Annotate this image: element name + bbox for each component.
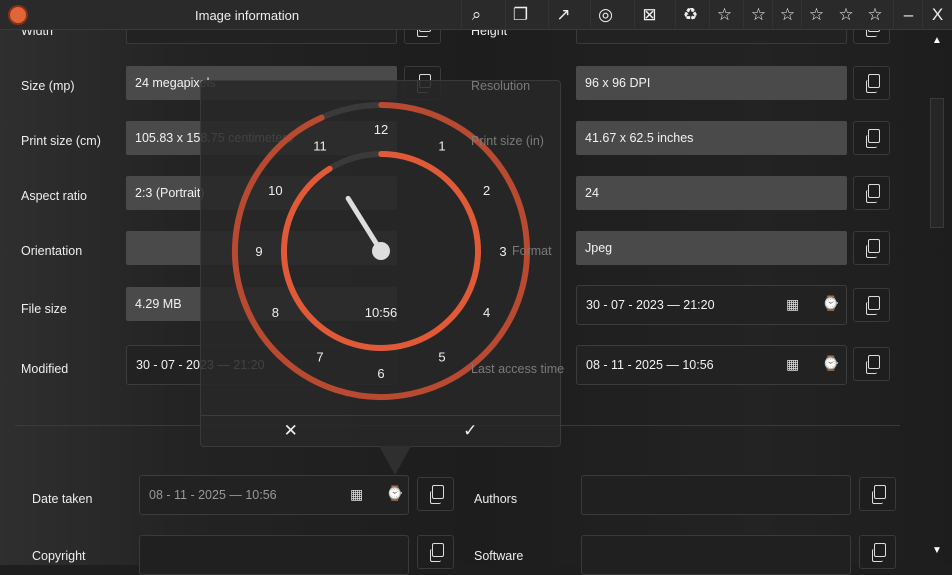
orientation-label: Orientation [21, 244, 83, 258]
software-label: Software [474, 549, 524, 563]
title-bar: Image information ⌕ ❐ ↗ ◎ ⊠ ♻ ☆ ☆ ☆ ☆ ☆ … [0, 0, 952, 30]
last-access-field[interactable]: 08 - 11 - 2025 — 10:56 [576, 345, 847, 385]
software-field[interactable] [581, 535, 851, 575]
clear-rating-icon[interactable]: ☆ [709, 0, 739, 30]
authors-field[interactable] [581, 475, 851, 515]
no-image-icon[interactable]: ⊠ [634, 0, 664, 30]
copyright-field[interactable] [139, 535, 409, 575]
copy-authors-button[interactable] [859, 477, 896, 511]
clock-center-dot [372, 242, 390, 260]
print-size-cm-label: Print size (cm) [21, 134, 101, 148]
scrollbar-thumb[interactable] [930, 98, 944, 228]
inner-ring-track [326, 151, 384, 172]
date-taken-value: 08 - 11 - 2025 — 10:56 [149, 488, 277, 502]
resolution-label: Resolution [471, 79, 531, 93]
scroll-down-icon[interactable]: ▼ [932, 545, 942, 556]
clock-number-4[interactable]: 4 [483, 305, 490, 320]
date-taken-label: Date taken [32, 492, 93, 506]
clock-number-5[interactable]: 5 [438, 350, 445, 365]
print-size-in-label: Print size (in) [471, 134, 544, 148]
star-4-icon[interactable]: ☆ [831, 0, 861, 30]
app-logo-icon [8, 5, 28, 25]
clock-number-1[interactable]: 1 [438, 138, 445, 153]
clock-number-9[interactable]: 9 [255, 244, 262, 259]
copy-bit-depth-button[interactable] [853, 176, 890, 210]
popup-pointer [379, 446, 411, 475]
copy-icon[interactable]: ❐ [505, 0, 535, 30]
star-2-icon[interactable]: ☆ [772, 0, 802, 30]
calendar-icon[interactable]: ▦ [786, 296, 799, 313]
resolution-field[interactable]: 96 x 96 DPI [576, 66, 847, 100]
confirm-button[interactable]: ✓ [381, 416, 561, 446]
open-folder-icon[interactable]: ⌕ [461, 0, 491, 30]
clock-number-10[interactable]: 10 [268, 183, 282, 198]
open-external-icon[interactable]: ↗ [548, 0, 578, 30]
copy-resolution-button[interactable] [853, 66, 890, 100]
authors-label: Authors [474, 492, 518, 506]
watch-icon[interactable]: ⌚ [822, 295, 839, 312]
aperture-icon[interactable]: ◎ [590, 0, 620, 30]
date-taken-field[interactable]: 08 - 11 - 2025 — 10:56 [139, 475, 409, 515]
clock-number-6[interactable]: 6 [377, 366, 384, 381]
clock-number-12[interactable]: 12 [374, 122, 388, 137]
bit-depth-field[interactable]: 24 [576, 176, 847, 210]
cancel-button[interactable]: ✕ [201, 416, 381, 446]
popup-actions: ✕ ✓ [201, 415, 560, 446]
star-5-icon[interactable]: ☆ [860, 0, 890, 30]
recycle-icon[interactable]: ♻ [675, 0, 705, 30]
copy-date-taken-button[interactable] [417, 477, 454, 511]
last-access-value: 08 - 11 - 2025 — 10:56 [586, 358, 714, 372]
close-button[interactable]: X [922, 0, 952, 30]
outer-ring-track [318, 102, 384, 121]
copy-last-access-button[interactable] [853, 347, 890, 381]
copy-print-size-in-button[interactable] [853, 121, 890, 155]
watch-icon[interactable]: ⌚ [386, 485, 403, 502]
copyright-label: Copyright [32, 549, 86, 563]
copy-software-button[interactable] [859, 535, 896, 569]
size-label: Size (mp) [21, 79, 75, 93]
modified-label: Modified [21, 362, 69, 376]
clock-number-8[interactable]: 8 [272, 305, 279, 320]
star-1-icon[interactable]: ☆ [743, 0, 773, 30]
aspect-ratio-label: Aspect ratio [21, 189, 88, 203]
clock-number-3[interactable]: 3 [499, 244, 506, 259]
clock-time-readout: 10:56 [364, 305, 398, 320]
created-value: 30 - 07 - 2023 — 21:20 [586, 298, 715, 312]
print-size-in-field[interactable]: 41.67 x 62.5 inches [576, 121, 847, 155]
clock-number-11[interactable]: 11 [313, 138, 327, 153]
window-title: Image information [195, 8, 300, 23]
scroll-up-icon[interactable]: ▲ [932, 35, 942, 46]
scrollbar[interactable]: ▲ ▼ [928, 30, 952, 565]
created-field[interactable]: 30 - 07 - 2023 — 21:20 [576, 285, 847, 325]
file-size-label: File size [21, 302, 67, 316]
clock-hand[interactable] [345, 195, 384, 254]
copy-format-button[interactable] [853, 231, 890, 265]
calendar-icon[interactable]: ▦ [350, 486, 363, 503]
format-field[interactable]: Jpeg [576, 231, 847, 265]
calendar-icon[interactable]: ▦ [786, 356, 799, 373]
star-3-icon[interactable]: ☆ [801, 0, 831, 30]
copy-copyright-button[interactable] [417, 535, 454, 569]
watch-icon[interactable]: ⌚ [822, 355, 839, 372]
format-label: Format [512, 244, 552, 258]
copy-created-button[interactable] [853, 288, 890, 322]
last-access-label: Last access time [471, 362, 565, 376]
clock-number-7[interactable]: 7 [316, 350, 323, 365]
minimize-button[interactable]: – [893, 0, 923, 30]
clock-number-2[interactable]: 2 [483, 183, 490, 198]
